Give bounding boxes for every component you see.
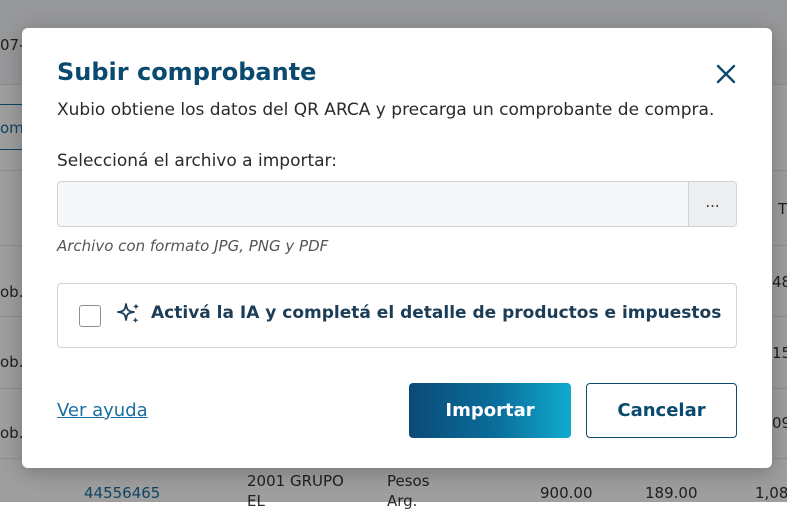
sparkles-icon <box>117 303 140 324</box>
ia-option-label[interactable]: Activá la IA y completá el detalle de pr… <box>151 303 721 323</box>
help-link[interactable]: Ver ayuda <box>57 400 148 421</box>
upload-receipt-dialog: Subir comprobante Xubio obtiene los dato… <box>22 28 772 468</box>
file-path-input[interactable] <box>57 181 688 227</box>
browse-file-button[interactable]: ... <box>688 181 737 227</box>
file-format-hint: Archivo con formato JPG, PNG y PDF <box>57 237 329 255</box>
close-icon <box>716 64 736 84</box>
dialog-description: Xubio obtiene los datos del QR ARCA y pr… <box>57 100 715 120</box>
ia-checkbox[interactable] <box>79 305 101 327</box>
file-field-label: Seleccioná el archivo a importar: <box>57 151 337 171</box>
import-button[interactable]: Importar <box>409 383 571 438</box>
ia-option-box: Activá la IA y completá el detalle de pr… <box>57 283 737 348</box>
close-button[interactable] <box>710 58 742 90</box>
dialog-title: Subir comprobante <box>57 58 317 86</box>
cancel-button[interactable]: Cancelar <box>586 383 737 438</box>
